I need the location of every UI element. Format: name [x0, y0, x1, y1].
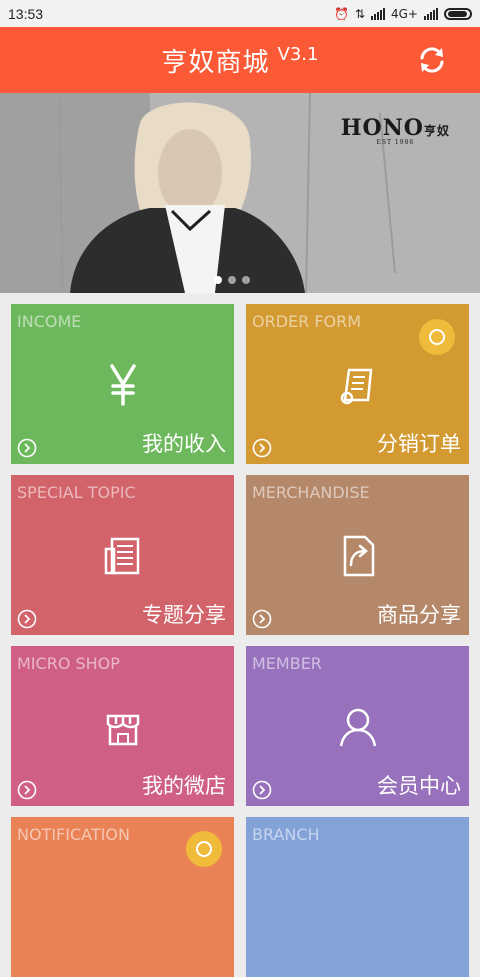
- chevron-right-circle-icon[interactable]: [252, 438, 272, 458]
- signal-2-icon: [424, 7, 438, 20]
- carousel-dots: [214, 276, 250, 284]
- carousel-dot: [228, 276, 236, 284]
- app-title: 亨奴商城: [161, 47, 270, 78]
- carousel-dot: [214, 276, 222, 284]
- tile-chinese-label: 专题分享: [142, 603, 226, 627]
- brand-logo: HONO亨奴 EST 1986: [340, 115, 450, 146]
- app-bar: 亨奴商城 V3.1: [0, 27, 480, 93]
- document-icon: [104, 537, 139, 575]
- tile-chinese-label: 分销订单: [377, 432, 461, 456]
- tile-english-label: SPECIAL TOPIC: [17, 483, 136, 502]
- yen-icon: [109, 364, 136, 406]
- tile-english-label: MERCHANDISE: [252, 483, 370, 502]
- tile-english-label: INCOME: [17, 312, 82, 331]
- status-indicators: ⏰ ⇅ 4G+: [334, 7, 472, 21]
- alarm-icon: ⏰: [333, 6, 349, 21]
- tile-special-topic[interactable]: SPECIAL TOPIC 专题分享: [11, 475, 234, 635]
- tile-notification[interactable]: NOTIFICATION: [11, 817, 234, 977]
- refresh-icon[interactable]: [416, 44, 448, 76]
- tile-english-label: MICRO SHOP: [17, 654, 120, 673]
- data-arrows-icon: ⇅: [354, 6, 365, 21]
- chevron-right-circle-icon[interactable]: [17, 438, 37, 458]
- chevron-right-circle-icon[interactable]: [17, 609, 37, 629]
- promo-banner[interactable]: HONO亨奴 EST 1986: [0, 93, 480, 293]
- tile-english-label: BRANCH: [252, 825, 320, 844]
- app-version: V3.1: [277, 43, 319, 65]
- tile-english-label: MEMBER: [252, 654, 322, 673]
- carousel-dot: [242, 276, 250, 284]
- share-icon: [343, 535, 374, 577]
- battery-icon: [444, 7, 472, 20]
- chevron-right-circle-icon[interactable]: [252, 609, 272, 629]
- tile-branch[interactable]: BRANCH: [246, 817, 469, 977]
- order-badge[interactable]: [419, 319, 455, 355]
- tile-micro-shop[interactable]: MICRO SHOP 我的微店: [11, 646, 234, 806]
- tile-english-label: ORDER FORM: [252, 312, 362, 331]
- tile-chinese-label: 会员中心: [377, 774, 461, 798]
- chevron-right-circle-icon[interactable]: [17, 780, 37, 800]
- tile-chinese-label: 我的收入: [142, 432, 226, 456]
- status-bar: 13:53 ⏰ ⇅ 4G+: [0, 0, 480, 27]
- signal-icon: [371, 7, 385, 20]
- person-icon: [339, 708, 376, 747]
- tile-chinese-label: 商品分享: [377, 603, 461, 627]
- notification-badge[interactable]: [186, 831, 222, 867]
- tile-income[interactable]: INCOME 我的收入: [11, 304, 234, 464]
- tile-merchandise[interactable]: MERCHANDISE 商品分享: [246, 475, 469, 635]
- tile-chinese-label: 我的微店: [142, 774, 226, 798]
- tile-order-form[interactable]: ORDER FORM 分销订单: [246, 304, 469, 464]
- shop-icon: [106, 714, 139, 746]
- chevron-right-circle-icon[interactable]: [252, 780, 272, 800]
- receipt-icon: [340, 368, 372, 405]
- status-time: 13:53: [8, 5, 44, 22]
- network-type: 4G+: [391, 6, 418, 21]
- tile-member[interactable]: MEMBER 会员中心: [246, 646, 469, 806]
- tile-english-label: NOTIFICATION: [17, 825, 130, 844]
